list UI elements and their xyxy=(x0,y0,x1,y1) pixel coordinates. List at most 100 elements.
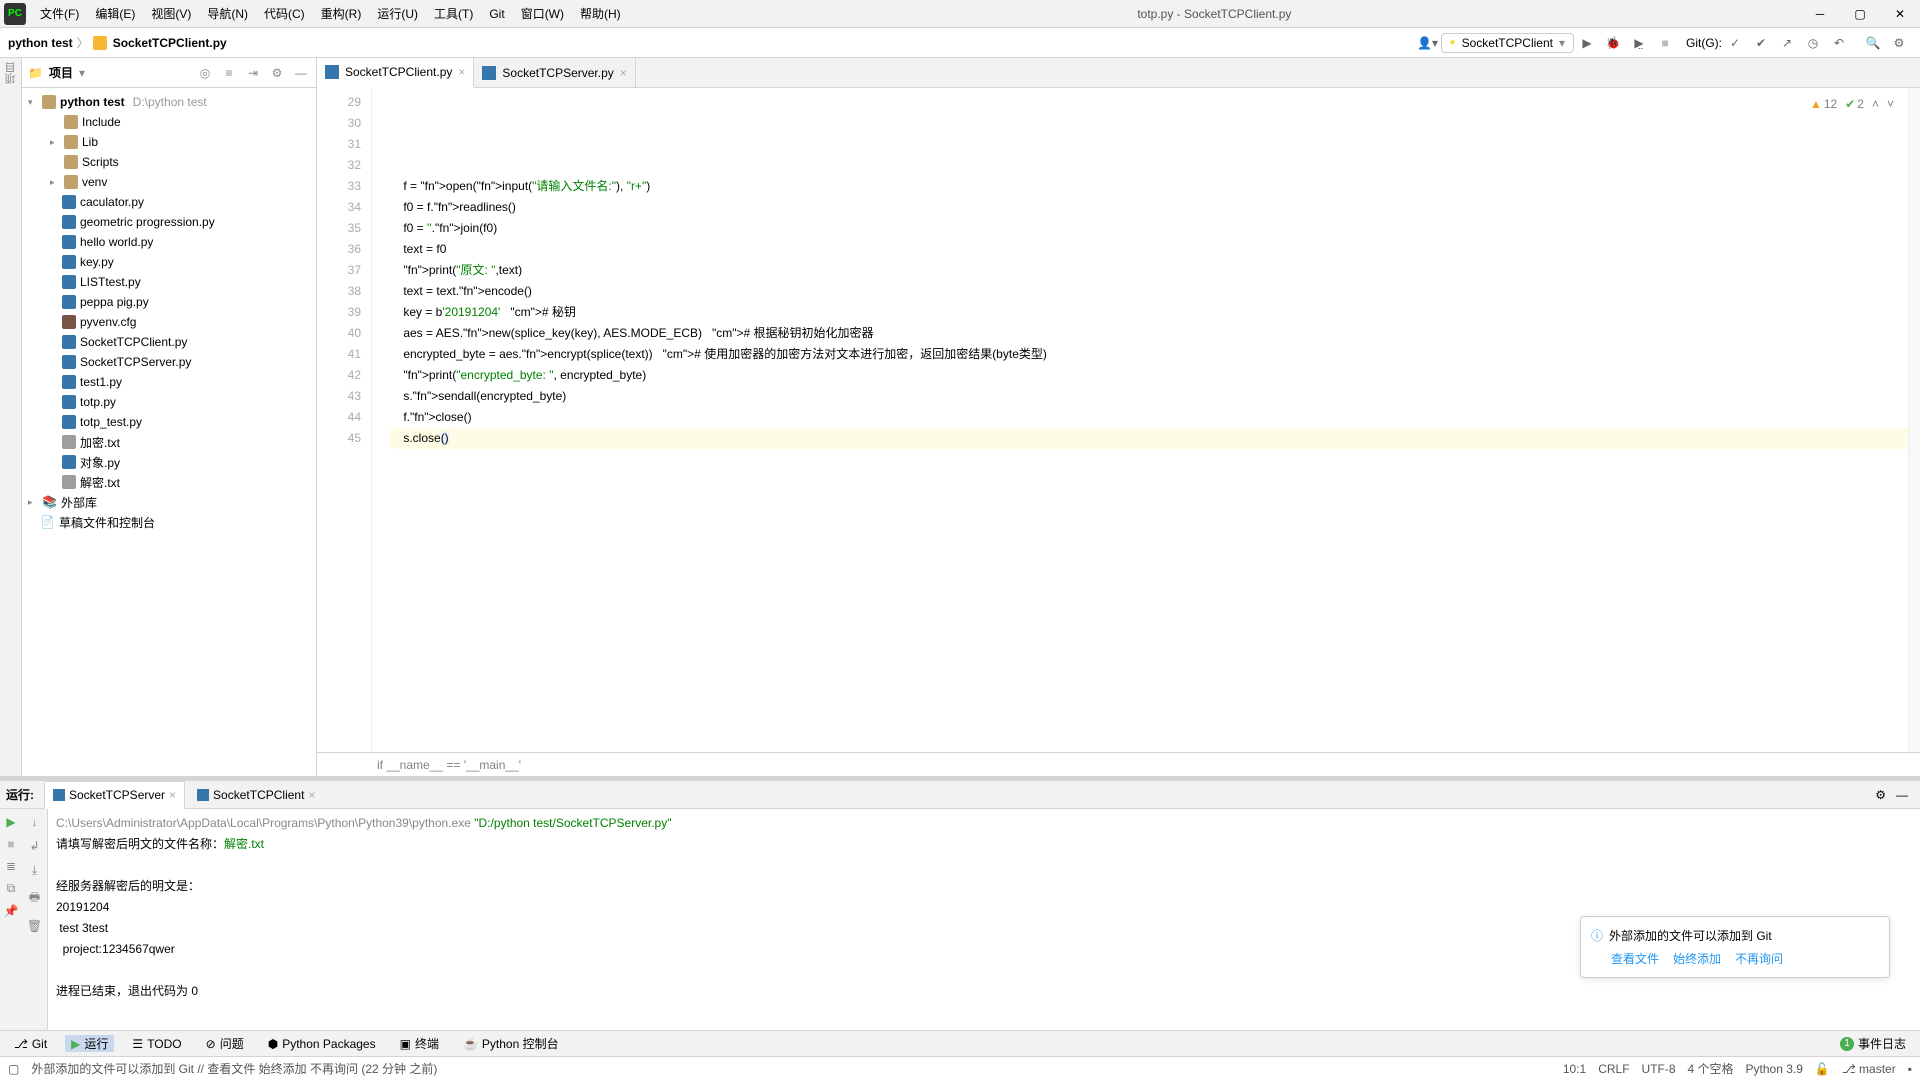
inspections-widget[interactable]: 12 2 ˄ ˅ xyxy=(1810,94,1894,115)
history-button[interactable]: ◷ xyxy=(1802,32,1824,54)
settings-button[interactable]: ⚙ xyxy=(1888,32,1910,54)
menu-edit[interactable]: 编辑(E) xyxy=(87,0,143,28)
tree-folder[interactable]: Include xyxy=(82,115,121,129)
tree-folder[interactable]: venv xyxy=(82,175,107,189)
chevron-right-icon[interactable]: ▸ xyxy=(50,177,60,188)
editor-tab-client[interactable]: SocketTCPClient.py × xyxy=(317,58,474,88)
tree-item[interactable]: hello world.py xyxy=(22,232,316,252)
code-line[interactable] xyxy=(390,155,1908,176)
pin-button[interactable]: 📌 xyxy=(4,904,19,918)
run-with-coverage-button[interactable]: ▶̤ xyxy=(1628,32,1650,54)
rollback-button[interactable]: ↶ xyxy=(1828,32,1850,54)
close-tab-icon[interactable]: × xyxy=(308,788,315,802)
tree-item[interactable]: caculator.py xyxy=(22,192,316,212)
tool-problems[interactable]: ⊘问题 xyxy=(200,1035,250,1052)
close-button[interactable]: ✕ xyxy=(1880,0,1920,28)
editor-tab-server[interactable]: SocketTCPServer.py × xyxy=(474,58,635,88)
code-line[interactable]: "fn">print("encrypted_byte: ", encrypted… xyxy=(390,365,1908,386)
notification-link-view[interactable]: 查看文件 xyxy=(1611,950,1659,967)
run-config-selector[interactable]: SocketTCPClient ▾ xyxy=(1441,33,1574,53)
git-commit-button[interactable]: ✔ xyxy=(1750,32,1772,54)
tool-git[interactable]: ⎇Git xyxy=(8,1037,53,1051)
clear-button[interactable]: 🗑 xyxy=(27,919,42,933)
git-update-button[interactable]: ✓ xyxy=(1724,32,1746,54)
down-button[interactable]: ↓ xyxy=(32,815,38,829)
menu-git[interactable]: Git xyxy=(481,0,512,28)
rerun-button[interactable]: ▶ xyxy=(6,815,15,829)
code-editor[interactable]: 2930313233343536373839404142434445 12 2 … xyxy=(317,88,1920,752)
hide-icon[interactable]: — xyxy=(1896,788,1908,802)
chevron-right-icon[interactable]: ▸ xyxy=(28,497,38,508)
menu-refactor[interactable]: 重构(R) xyxy=(313,0,370,28)
maximize-button[interactable]: ▢ xyxy=(1840,0,1880,28)
breadcrumb-root[interactable]: python test xyxy=(8,36,73,50)
menu-file[interactable]: 文件(F) xyxy=(32,0,87,28)
tree-item[interactable]: totp.py xyxy=(22,392,316,412)
stop-button[interactable]: ■ xyxy=(1654,32,1676,54)
tree-item[interactable]: totp_test.py xyxy=(22,412,316,432)
weak-warning-count[interactable]: 2 xyxy=(1845,94,1864,115)
search-button[interactable]: 🔍 xyxy=(1862,32,1884,54)
debug-button[interactable]: 🐞 xyxy=(1602,32,1624,54)
code-line[interactable]: f."fn">close() xyxy=(390,407,1908,428)
tree-folder[interactable]: Scripts xyxy=(82,155,119,169)
tool-run[interactable]: ▶运行 xyxy=(65,1035,114,1052)
filter-button[interactable]: ⧉ xyxy=(7,881,16,896)
tool-terminal[interactable]: ▣终端 xyxy=(394,1035,445,1052)
minimize-button[interactable]: ─ xyxy=(1800,0,1840,28)
breadcrumb-file[interactable]: SocketTCPClient.py xyxy=(113,36,227,50)
tool-event-log[interactable]: 1事件日志 xyxy=(1834,1035,1912,1052)
chevron-down-icon[interactable]: ▾ xyxy=(79,66,85,80)
stop-button[interactable]: ■ xyxy=(7,837,14,851)
gear-icon[interactable]: ⚙ xyxy=(1875,788,1886,802)
code-line[interactable]: key = b'20191204' "cm"># 秘钥 xyxy=(390,302,1908,323)
code-line[interactable]: f0 = ''."fn">join(f0) xyxy=(390,218,1908,239)
chevron-down-icon[interactable]: ˅ xyxy=(1887,94,1894,115)
run-tab-client[interactable]: SocketTCPClient × xyxy=(189,781,323,809)
chevron-down-icon[interactable]: ▾ xyxy=(28,97,38,108)
tree-item[interactable]: peppa pig.py xyxy=(22,292,316,312)
status-icon[interactable]: ▢ xyxy=(8,1062,19,1076)
code-line[interactable]: aes = AES."fn">new(splice_key(key), AES.… xyxy=(390,323,1908,344)
code-line[interactable]: f0 = f."fn">readlines() xyxy=(390,197,1908,218)
tree-item[interactable]: test1.py xyxy=(22,372,316,392)
project-tree[interactable]: ▾ python test D:\python test Include ▸Li… xyxy=(22,88,316,776)
warning-count[interactable]: 12 xyxy=(1810,94,1837,115)
code-line[interactable]: encrypted_byte = aes."fn">encrypt(splice… xyxy=(390,344,1908,365)
caret-position[interactable]: 10:1 xyxy=(1563,1062,1586,1076)
indent-settings[interactable]: 4 个空格 xyxy=(1688,1060,1734,1077)
user-icon[interactable]: 👤▾ xyxy=(1417,32,1439,54)
tree-item[interactable]: 解密.txt xyxy=(22,472,316,492)
chevron-right-icon[interactable]: ▸ xyxy=(50,137,60,148)
code-line[interactable]: text = text."fn">encode() xyxy=(390,281,1908,302)
soft-wrap-button[interactable]: ↲ xyxy=(29,839,39,853)
tool-python-console[interactable]: ☕Python 控制台 xyxy=(457,1035,565,1052)
close-tab-icon[interactable]: × xyxy=(169,788,176,802)
line-separator[interactable]: CRLF xyxy=(1598,1062,1629,1076)
tree-item[interactable]: key.py xyxy=(22,252,316,272)
tree-item[interactable]: SocketTCPClient.py xyxy=(22,332,316,352)
menu-window[interactable]: 窗口(W) xyxy=(513,0,572,28)
print-button[interactable]: 🖶 xyxy=(29,888,40,909)
code-line[interactable]: f = "fn">open("fn">input("请输入文件名:"), "r+… xyxy=(390,176,1908,197)
readonly-icon[interactable]: 🔓 xyxy=(1815,1062,1830,1076)
menu-view[interactable]: 视图(V) xyxy=(143,0,199,28)
collapse-all-icon[interactable]: ⇥ xyxy=(244,66,262,80)
code-line[interactable] xyxy=(390,449,1908,470)
code-line[interactable] xyxy=(390,470,1908,491)
code-line[interactable]: s.close() xyxy=(390,428,1908,449)
menu-nav[interactable]: 导航(N) xyxy=(199,0,256,28)
tree-scratches[interactable]: 草稿文件和控制台 xyxy=(59,514,155,531)
close-tab-icon[interactable]: × xyxy=(458,65,465,79)
run-button[interactable]: ▶ xyxy=(1576,32,1598,54)
python-interpreter[interactable]: Python 3.9 xyxy=(1746,1062,1803,1076)
tree-item[interactable]: geometric progression.py xyxy=(22,212,316,232)
editor-breadcrumb[interactable]: if __name__ == '__main__' xyxy=(317,752,1920,776)
menu-tools[interactable]: 工具(T) xyxy=(426,0,481,28)
scroll-to-end-button[interactable]: ⤓ xyxy=(32,863,37,878)
tree-item[interactable]: 加密.txt xyxy=(22,432,316,452)
tree-external-libs[interactable]: 外部库 xyxy=(61,494,97,511)
gear-icon[interactable]: ⚙ xyxy=(268,66,286,80)
menu-run[interactable]: 运行(U) xyxy=(369,0,426,28)
tree-folder[interactable]: Lib xyxy=(82,135,98,149)
